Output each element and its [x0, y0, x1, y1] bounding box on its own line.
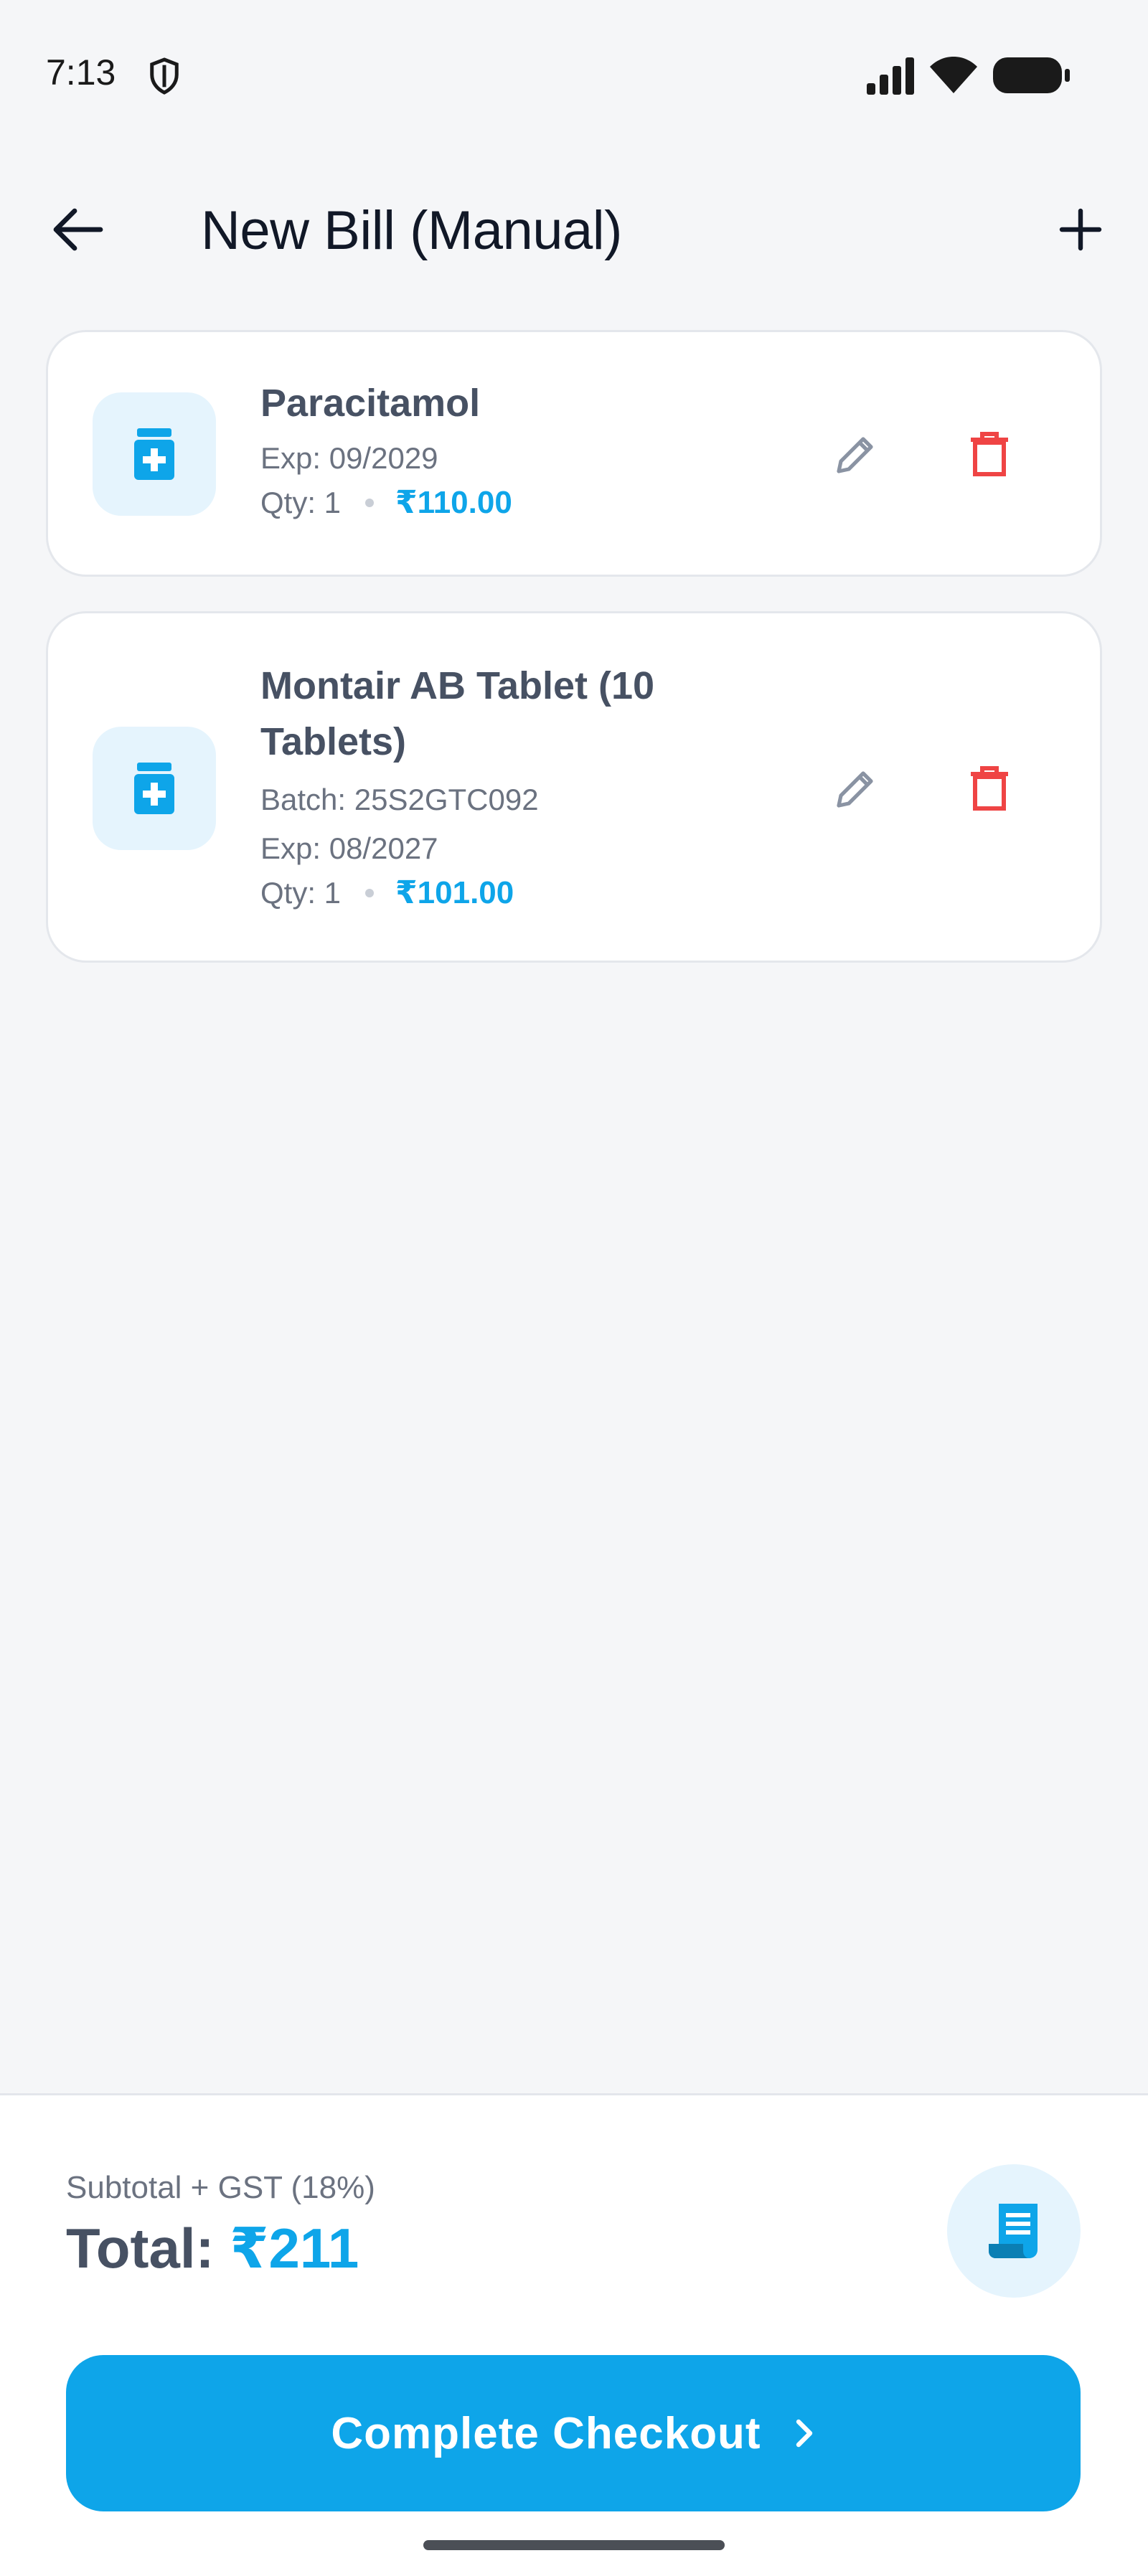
wifi-icon: [930, 57, 977, 93]
edit-item-button[interactable]: [822, 754, 890, 823]
receipt-button[interactable]: [947, 2164, 1081, 2298]
back-button[interactable]: [43, 201, 112, 258]
bill-item-card: Montair AB Tablet (10 Tablets) Batch: 25…: [46, 611, 1102, 963]
plus-icon: [1059, 208, 1102, 251]
item-qty-price-row: Qty: 1 ₹110.00: [260, 484, 512, 521]
chevron-right-icon: [796, 2419, 812, 2448]
home-indicator[interactable]: [423, 2540, 725, 2550]
bill-item-card: Paracitamol Exp: 09/2029 Qty: 1 ₹110.00: [46, 330, 1102, 577]
item-name-line: Montair AB Tablet (10: [260, 664, 655, 707]
status-time: 7:13: [46, 52, 116, 93]
delete-item-button[interactable]: [955, 754, 1024, 823]
item-qty-price-row: Qty: 1 ₹101.00: [260, 874, 514, 911]
item-name: Montair AB Tablet (10 Tablets): [260, 658, 654, 770]
subtotal-label: Subtotal + GST (18%): [66, 2170, 375, 2205]
item-name-line: Tablets): [260, 720, 407, 763]
signal-icon: [867, 57, 914, 95]
medicine-bottle-icon: [134, 763, 174, 814]
arrow-left-icon: [53, 208, 103, 251]
item-quantity: Qty: 1: [260, 485, 342, 519]
total-label: Total:: [66, 2217, 215, 2280]
checkout-panel: Subtotal + GST (18%) Total: ₹211 Complet…: [0, 2093, 1148, 2576]
delete-item-button[interactable]: [955, 420, 1024, 489]
medicine-bottle-icon: [134, 428, 174, 480]
page-title: New Bill (Manual): [201, 200, 623, 261]
item-expiry: Exp: 09/2029: [260, 441, 438, 475]
pencil-icon: [837, 771, 873, 808]
item-price: ₹101.00: [395, 875, 514, 910]
status-bar: 7:13: [0, 0, 1148, 143]
item-price: ₹110.00: [395, 485, 512, 520]
edit-item-button[interactable]: [822, 420, 890, 489]
item-quantity: Qty: 1: [260, 875, 342, 910]
pencil-icon: [837, 437, 873, 473]
separator-dot: [365, 888, 375, 897]
item-batch: Batch: 25S2GTC092: [260, 783, 539, 816]
shield-icon: [150, 57, 179, 95]
add-item-button[interactable]: [1048, 197, 1114, 263]
item-name: Paracitamol: [260, 382, 481, 425]
checkout-label: Complete Checkout: [331, 2408, 761, 2458]
total-line: Total: ₹211: [66, 2216, 359, 2281]
total-amount: ₹211: [230, 2217, 359, 2280]
complete-checkout-button[interactable]: Complete Checkout: [66, 2355, 1081, 2511]
app-header: New Bill (Manual): [0, 172, 1148, 287]
item-expiry: Exp: 08/2027: [260, 831, 438, 865]
medicine-icon-box: [93, 727, 216, 850]
trash-icon: [971, 766, 1008, 811]
receipt-icon: [989, 2204, 1038, 2258]
trash-icon: [971, 432, 1008, 476]
battery-icon: [993, 57, 1070, 93]
medicine-icon-box: [93, 392, 216, 516]
separator-dot: [365, 498, 375, 507]
